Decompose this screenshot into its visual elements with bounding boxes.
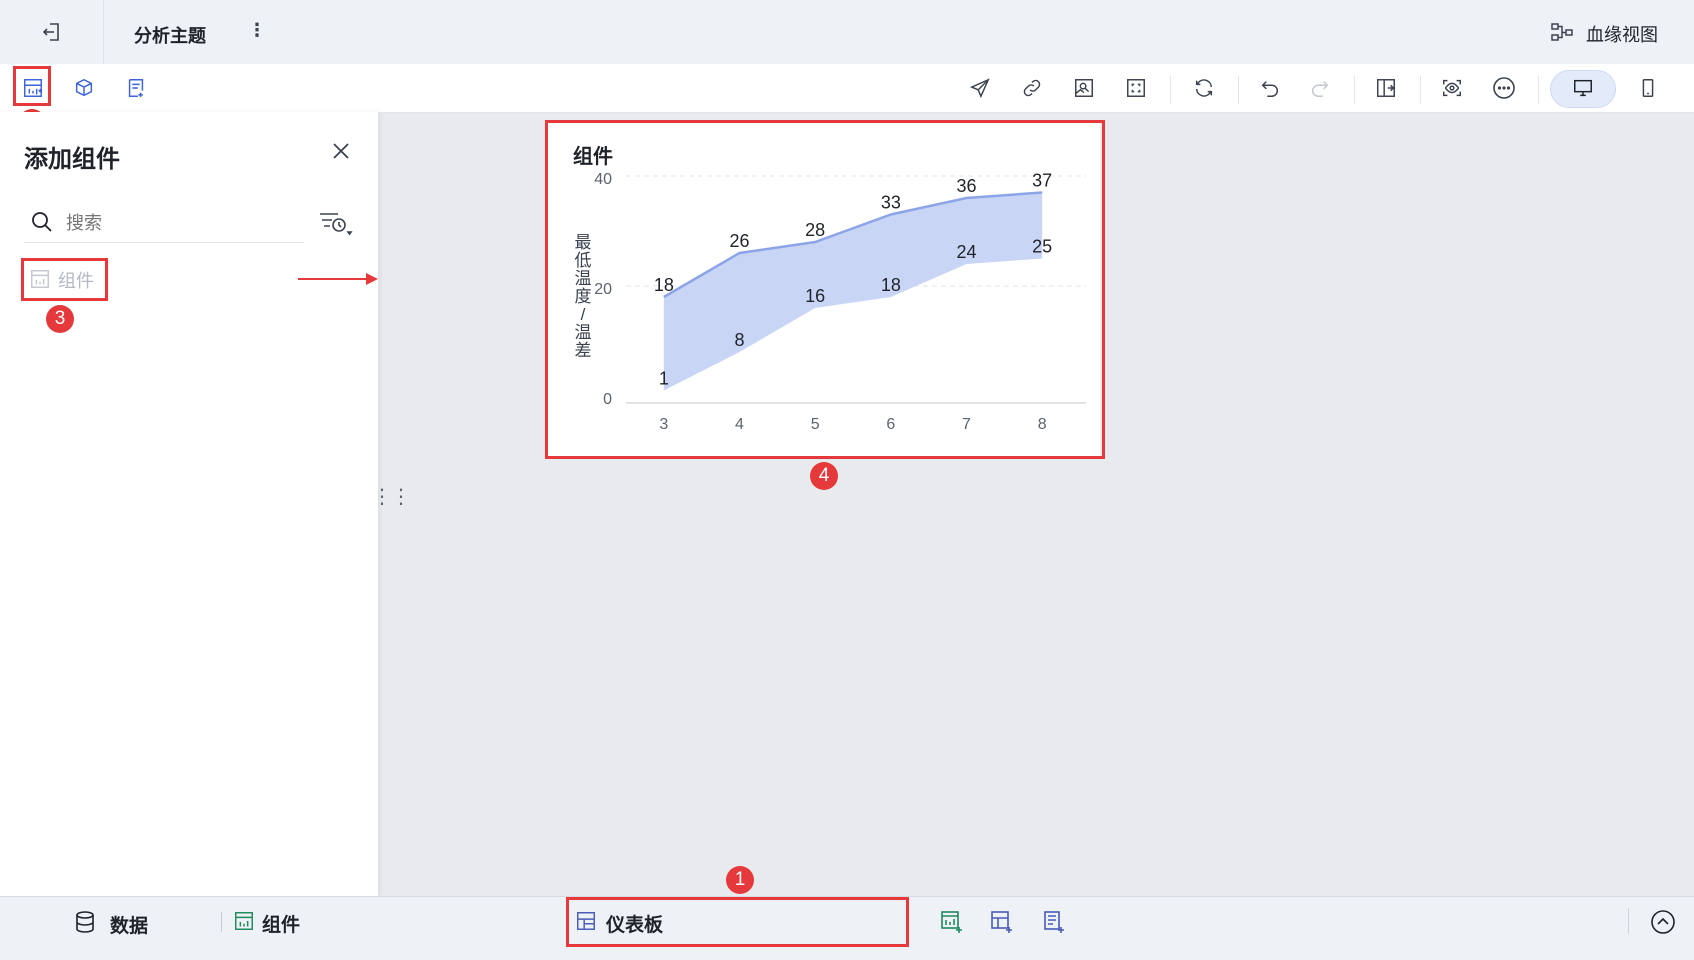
drag-arrow — [298, 273, 378, 285]
divider — [103, 0, 104, 64]
annotation-badge-1: 1 — [726, 866, 754, 894]
lineage-view-link[interactable]: 血缘视图 — [1586, 21, 1658, 47]
component-icon — [233, 910, 255, 932]
annotation-box-4 — [545, 120, 1105, 459]
add-dataset-icon[interactable] — [70, 74, 98, 102]
toolbar-divider — [1538, 76, 1539, 104]
toolbar-divider — [1420, 76, 1421, 104]
send-icon[interactable] — [966, 74, 994, 102]
exit-icon[interactable] — [40, 20, 64, 44]
annotation-box-2 — [13, 66, 51, 106]
preview-icon[interactable] — [1438, 74, 1466, 102]
component-item-icon — [29, 268, 51, 290]
refresh-icon[interactable] — [1190, 74, 1218, 102]
search-input[interactable] — [64, 208, 298, 238]
search-box[interactable] — [24, 202, 304, 243]
toolbar-divider — [1170, 76, 1171, 104]
more-menu-icon[interactable]: ⋮ — [248, 20, 266, 41]
fullscreen-icon[interactable] — [1122, 74, 1150, 102]
tab-data[interactable]: 数据 — [110, 911, 148, 938]
undo-icon[interactable] — [1256, 74, 1284, 102]
divider — [221, 912, 222, 932]
add-chart-icon[interactable] — [940, 910, 964, 934]
component-item[interactable]: 组件 — [58, 267, 94, 293]
filter-history-icon[interactable] — [318, 208, 354, 240]
link-icon[interactable] — [1018, 74, 1046, 102]
close-icon[interactable] — [329, 139, 353, 163]
divider — [1628, 908, 1629, 934]
image-export-icon[interactable] — [1070, 74, 1098, 102]
redo-icon[interactable] — [1306, 74, 1334, 102]
annotation-badge-3: 3 — [46, 305, 74, 333]
add-text-icon[interactable] — [122, 74, 150, 102]
database-icon — [73, 910, 97, 934]
add-dashboard-icon[interactable] — [990, 910, 1014, 934]
toolbar-divider — [1354, 76, 1355, 104]
layout-exit-icon[interactable] — [1372, 74, 1400, 102]
toolbar-divider — [1238, 76, 1239, 104]
more-icon[interactable] — [1490, 74, 1518, 102]
annotation-badge-4: 4 — [810, 462, 838, 490]
lineage-icon[interactable] — [1550, 20, 1574, 44]
page-title: 分析主题 — [134, 26, 206, 46]
add-report-icon[interactable] — [1042, 910, 1066, 934]
annotation-box-1 — [566, 897, 909, 947]
panel-title: 添加组件 — [24, 146, 120, 173]
mobile-icon[interactable] — [1634, 74, 1662, 102]
desktop-icon[interactable] — [1569, 74, 1597, 102]
search-icon — [32, 212, 52, 232]
tab-component[interactable]: 组件 — [262, 910, 300, 937]
panel-resize-handle[interactable]: ⋮⋮ — [372, 487, 411, 507]
collapse-up-icon[interactable] — [1650, 909, 1676, 935]
